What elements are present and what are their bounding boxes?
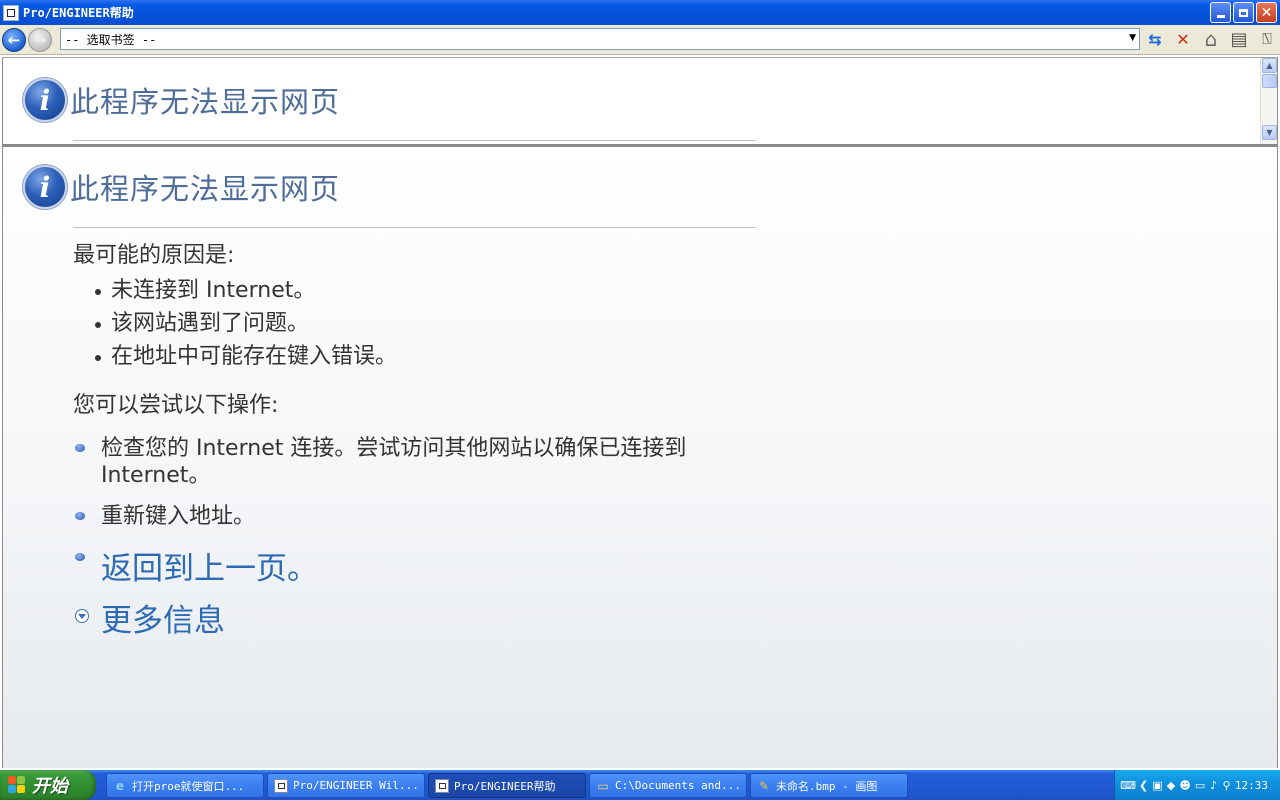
- bullet-icon: [95, 354, 101, 361]
- retype-address-text: 重新键入地址。: [101, 504, 256, 529]
- network-icon[interactable]: ▣: [1152, 778, 1162, 792]
- window-icon: [435, 778, 449, 793]
- blue-bullet-icon: [75, 444, 85, 452]
- reason-text: 该网站遇到了问题。: [111, 310, 310, 336]
- start-button[interactable]: 开始: [0, 770, 96, 800]
- blue-bullet-icon: [75, 553, 85, 561]
- scroll-down-button[interactable]: ▼: [1262, 125, 1277, 140]
- taskbar-item[interactable]: Pro/ENGINEER Wil...: [267, 773, 425, 798]
- scroll-thumb[interactable]: [1262, 74, 1277, 88]
- dropdown-arrow-icon[interactable]: ▼: [1129, 33, 1136, 43]
- top-error-title: 此程序无法显示网页: [70, 85, 341, 119]
- forward-button[interactable]: →: [28, 27, 52, 52]
- try-item-go-back: 返回到上一页。: [75, 543, 318, 588]
- close-icon: ✕: [1260, 4, 1273, 21]
- try-item-more-info: 更多信息: [75, 595, 225, 640]
- windows-logo-icon: [8, 776, 26, 794]
- close-button[interactable]: ✕: [1256, 2, 1277, 23]
- top-scrollbar[interactable]: ▲ ▼: [1260, 58, 1277, 144]
- volume-icon[interactable]: ♪: [1209, 778, 1218, 792]
- reason-item: 该网站遇到了问题。: [95, 304, 397, 337]
- reason-item: 在地址中可能存在键入错误。: [95, 337, 397, 370]
- expand-chevron-icon[interactable]: [75, 609, 89, 623]
- keyboard-icon[interactable]: ⌨: [1120, 778, 1136, 792]
- window-title: Pro/ENGINEER帮助: [23, 6, 134, 20]
- refresh-button[interactable]: ⇆: [1142, 27, 1168, 51]
- taskbar-item-label: 未命名.bmp - 画图: [776, 779, 878, 793]
- info-icon: i: [23, 78, 67, 122]
- taskbar-item-label: Pro/ENGINEER Wil...: [293, 779, 419, 792]
- stop-icon: ✕: [1176, 29, 1190, 49]
- monitor-icon[interactable]: ▭: [1195, 778, 1205, 792]
- go-back-link[interactable]: 返回到上一页。: [101, 543, 318, 588]
- reasons-title: 最可能的原因是:: [73, 243, 235, 268]
- window-controls: ✕: [1210, 2, 1277, 23]
- taskbar: 开始 e 打开proe就使窗口... Pro/ENGINEER Wil... P…: [0, 770, 1280, 800]
- back-arrow-icon: ←: [7, 30, 21, 49]
- toolbar-actions: ⇆ ✕ ⌂ ▤ ⍂: [1142, 27, 1280, 51]
- restore-icon: [1239, 8, 1248, 17]
- printer-icon: ▤: [1230, 28, 1248, 50]
- try-item-check-connection: 检查您的 Internet 连接。尝试访问其他网站以确保已连接到 Interne…: [75, 435, 753, 489]
- main-divider: [73, 227, 756, 228]
- expand-tray-icon[interactable]: ❮: [1139, 778, 1148, 792]
- taskbar-item-label: 打开proe就使窗口...: [132, 779, 245, 793]
- bullet-icon: [95, 288, 101, 295]
- main-frame: i 此程序无法显示网页 最可能的原因是: 未连接到 Internet。 该网站遇…: [2, 145, 1278, 768]
- print-button[interactable]: ▤: [1226, 27, 1252, 51]
- taskbar-item[interactable]: ✎ 未命名.bmp - 画图: [750, 773, 908, 798]
- reason-text: 在地址中可能存在键入错误。: [111, 343, 398, 369]
- qq-icon[interactable]: ☻: [1179, 778, 1190, 792]
- home-button[interactable]: ⌂: [1198, 27, 1224, 51]
- top-error-heading: i 此程序无法显示网页: [23, 78, 340, 122]
- window-icon: [274, 778, 288, 793]
- info-icon: i: [23, 165, 67, 209]
- window-titlebar[interactable]: Pro/ENGINEER帮助 ✕: [0, 0, 1280, 25]
- start-label: 开始: [32, 776, 68, 797]
- shield-icon[interactable]: ◆: [1167, 778, 1176, 792]
- refresh-icon: ⇆: [1148, 29, 1162, 49]
- reason-item: 未连接到 Internet。: [95, 271, 397, 304]
- blue-bullet-icon: [75, 512, 85, 520]
- more-info-link[interactable]: 更多信息: [101, 595, 225, 640]
- remove-bookmark-button[interactable]: ⍂: [1254, 27, 1280, 51]
- folder-icon: ▭: [597, 778, 609, 793]
- main-error-title: 此程序无法显示网页: [70, 172, 341, 206]
- bookmark-select-value: -- 选取书签 --: [65, 32, 157, 47]
- back-button[interactable]: ←: [2, 27, 26, 52]
- app-window-icon: [3, 4, 19, 21]
- reasons-list: 未连接到 Internet。 该网站遇到了问题。 在地址中可能存在键入错误。: [95, 271, 397, 370]
- stop-button[interactable]: ✕: [1170, 27, 1196, 51]
- main-error-heading: i 此程序无法显示网页: [23, 165, 340, 209]
- top-divider: [73, 140, 756, 141]
- minimize-icon: [1216, 15, 1225, 18]
- usb-icon[interactable]: ⚲: [1222, 778, 1231, 792]
- bookmark-remove-icon: ⍂: [1262, 29, 1272, 48]
- try-item-retype: 重新键入地址。: [75, 503, 753, 530]
- bookmark-select[interactable]: -- 选取书签 -- ▼: [60, 28, 1140, 50]
- taskbar-item[interactable]: e 打开proe就使窗口...: [106, 773, 264, 798]
- restore-button[interactable]: [1233, 2, 1254, 23]
- home-icon: ⌂: [1204, 27, 1218, 51]
- taskbar-item-active[interactable]: Pro/ENGINEER帮助: [428, 773, 586, 798]
- reason-text: 未连接到 Internet。: [111, 277, 316, 303]
- paint-icon: ✎: [758, 778, 770, 793]
- minimize-button[interactable]: [1210, 2, 1231, 23]
- forward-arrow-icon: →: [33, 30, 47, 49]
- bullet-icon: [95, 321, 101, 328]
- check-connection-text: 检查您的 Internet 连接。尝试访问其他网站以确保已连接到 Interne…: [101, 436, 687, 488]
- taskbar-item-label: C:\Documents and...: [615, 779, 741, 792]
- scroll-up-button[interactable]: ▲: [1262, 58, 1277, 73]
- system-tray: ⌨ ❮ ▣ ◆ ☻ ▭ ♪ ⚲ 12:33: [1114, 770, 1280, 800]
- ie-icon: e: [115, 778, 125, 793]
- help-toolbar: ← → -- 选取书签 -- ▼ ⇆ ✕ ⌂ ▤ ⍂: [0, 25, 1280, 55]
- try-title: 您可以尝试以下操作:: [73, 393, 279, 418]
- clock: 12:33: [1234, 778, 1269, 792]
- taskbar-item[interactable]: ▭ C:\Documents and...: [589, 773, 747, 798]
- top-frame: i 此程序无法显示网页 ▲ ▼: [2, 57, 1278, 145]
- taskbar-item-label: Pro/ENGINEER帮助: [454, 779, 556, 793]
